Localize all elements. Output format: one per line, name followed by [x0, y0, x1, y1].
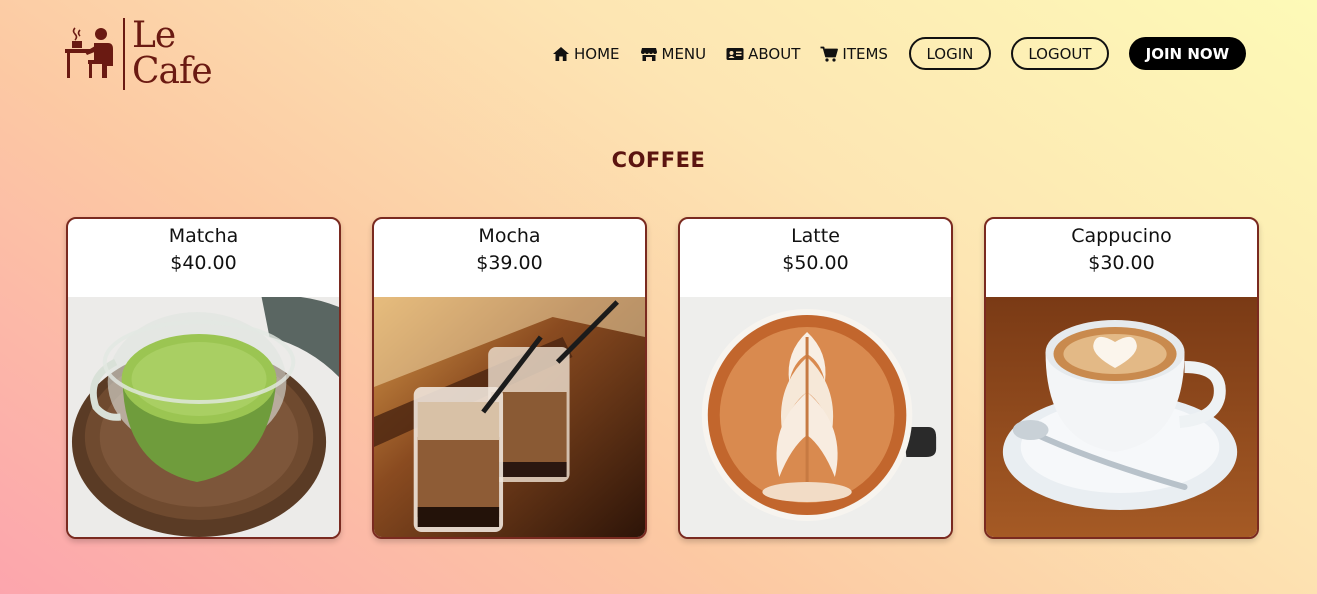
product-card-mocha[interactable]: Mocha $39.00 — [372, 217, 647, 539]
nav-items-link[interactable]: ITEMS — [820, 45, 888, 63]
product-card-matcha[interactable]: Matcha $40.00 — [66, 217, 341, 539]
cafe-person-icon — [65, 27, 113, 78]
main-nav: HOME MENU ABOUT ITEMS LOGIN LOGOUT JOIN … — [552, 37, 1246, 70]
card-header: Latte $50.00 — [680, 219, 951, 297]
join-now-button[interactable]: JOIN NOW — [1128, 37, 1246, 70]
logo-text-line1: Le — [132, 15, 176, 56]
matcha-latte-image — [68, 297, 339, 537]
product-name: Latte — [791, 225, 840, 247]
product-name: Matcha — [168, 225, 239, 247]
brand-logo[interactable]: Le Cafe — [64, 16, 224, 92]
product-card-cappucino[interactable]: Cappucino $30.00 — [984, 217, 1259, 539]
nav-about-label: ABOUT — [748, 44, 801, 63]
logout-button[interactable]: LOGOUT — [1010, 37, 1109, 70]
logo-text-line2: Cafe — [132, 51, 213, 92]
nav-items-label: ITEMS — [842, 44, 888, 63]
store-icon — [640, 47, 657, 61]
product-price: $39.00 — [476, 252, 543, 274]
id-card-icon — [726, 47, 744, 60]
product-grid: Matcha $40.00 Mocha $39.00 Latte $50.00 … — [66, 217, 1259, 539]
nav-menu-link[interactable]: MENU — [640, 44, 707, 63]
section-title: COFFEE — [611, 148, 706, 172]
product-name: Cappucino — [1071, 225, 1172, 247]
nav-home-link[interactable]: HOME — [552, 45, 620, 63]
product-price: $30.00 — [1088, 252, 1155, 274]
logo-divider — [123, 18, 125, 90]
product-price: $40.00 — [170, 252, 237, 274]
iced-mocha-image — [374, 297, 645, 537]
product-price: $50.00 — [782, 252, 849, 274]
latte-art-image — [680, 297, 951, 537]
card-header: Mocha $39.00 — [374, 219, 645, 297]
nav-home-label: HOME — [574, 44, 620, 63]
login-button[interactable]: LOGIN — [908, 37, 991, 70]
product-card-latte[interactable]: Latte $50.00 — [678, 217, 953, 539]
home-icon — [553, 46, 569, 61]
nav-menu-label: MENU — [661, 44, 707, 63]
product-name: Mocha — [478, 225, 541, 247]
cart-icon — [820, 46, 839, 62]
card-header: Cappucino $30.00 — [986, 219, 1257, 297]
cappuccino-image — [986, 297, 1257, 537]
card-header: Matcha $40.00 — [68, 219, 339, 297]
nav-about-link[interactable]: ABOUT — [726, 45, 800, 63]
